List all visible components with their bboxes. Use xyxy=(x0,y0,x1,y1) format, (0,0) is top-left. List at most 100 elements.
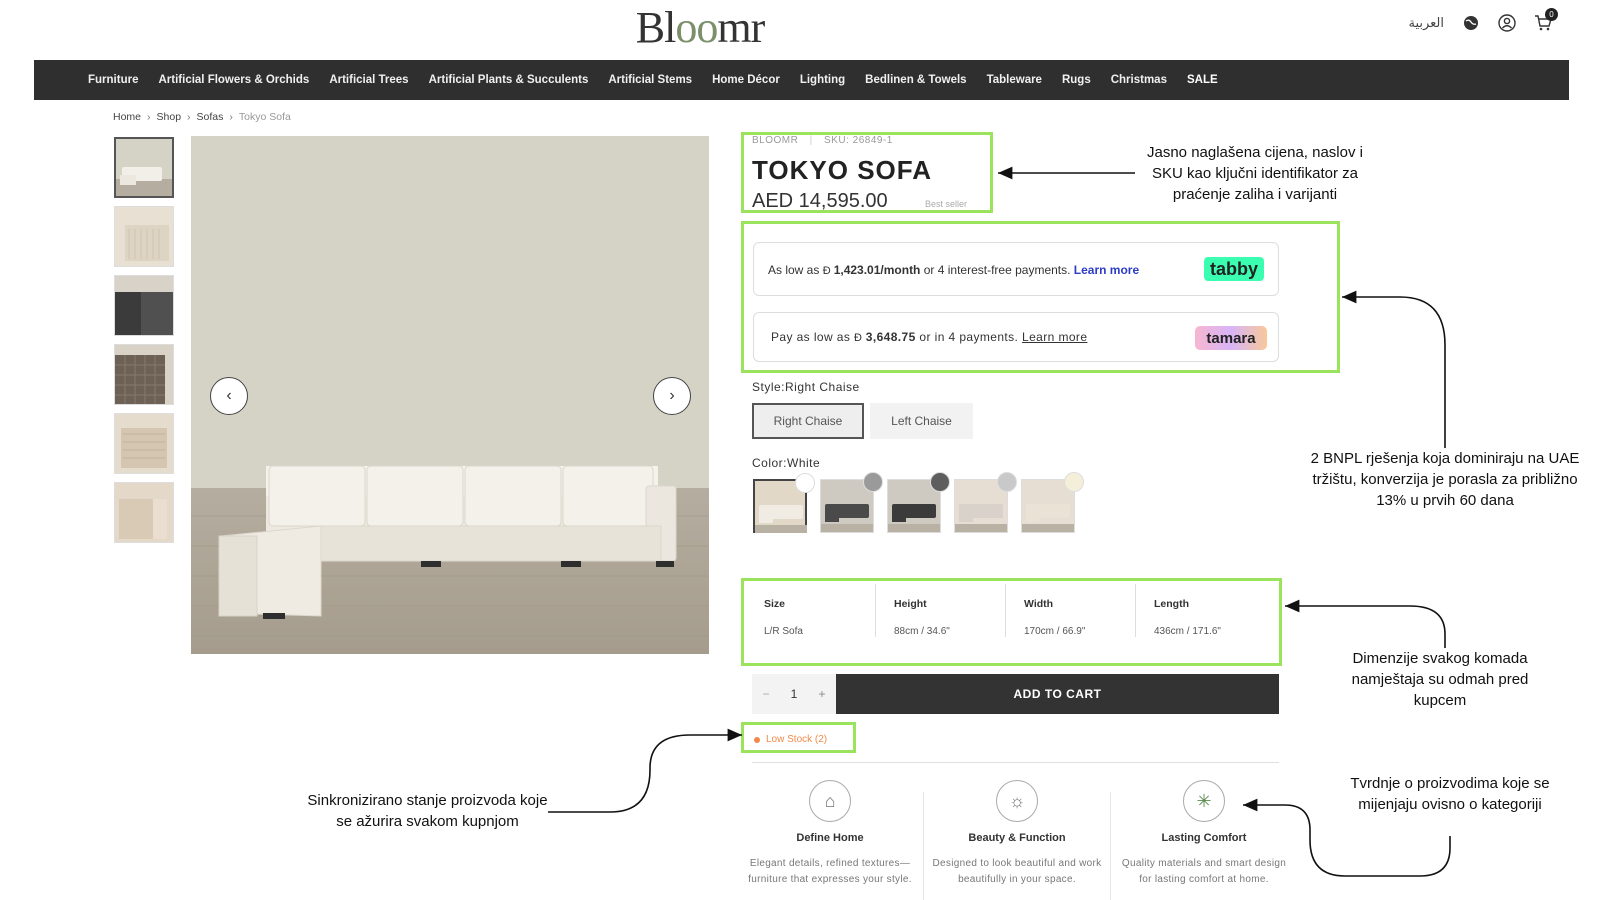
tabby-learn-more-link[interactable]: Learn more xyxy=(1074,263,1139,277)
product-sku: SKU: 26849-1 xyxy=(824,135,893,146)
color-swatch-light-grey[interactable] xyxy=(954,472,1017,533)
style-right-chaise-button[interactable]: Right Chaise xyxy=(752,403,864,439)
dirham-icon: Ð xyxy=(822,265,834,277)
color-option-label: Color:White xyxy=(752,456,821,470)
dimensions-table: Size L/R Sofa Height 88cm / 34.6" Width … xyxy=(746,584,1266,637)
asterisk-icon: ✳ xyxy=(1183,780,1225,822)
breadcrumb-current: Tokyo Sofa xyxy=(238,111,291,123)
dimension-header: Length xyxy=(1154,598,1189,610)
feature-text: Elegant details, refined textures—furnit… xyxy=(748,858,912,885)
dimension-header: Width xyxy=(1024,598,1054,610)
header-actions: العربية 0 xyxy=(1408,8,1558,32)
arrow-bnpl xyxy=(1342,290,1446,448)
product-main-image[interactable] xyxy=(191,136,709,654)
quantity-value[interactable]: 1 xyxy=(791,687,798,701)
nav-item-artificial-plants-succulents[interactable]: Artificial Plants & Succulents xyxy=(429,74,589,86)
bloomr-logo[interactable]: Bloomr xyxy=(620,2,780,52)
color-swatch-white[interactable] xyxy=(753,473,815,533)
stock-dot-icon xyxy=(754,736,760,743)
account-icon[interactable] xyxy=(1498,14,1516,32)
breadcrumb-sofas[interactable]: Sofas xyxy=(197,111,224,123)
swatch-color-dot xyxy=(795,473,815,493)
main-navigation: Furniture Artificial Flowers & Orchids Art… xyxy=(34,60,1569,100)
breadcrumb-separator: › xyxy=(187,111,191,123)
dimension-header: Size xyxy=(764,598,786,610)
thumbnail-6[interactable] xyxy=(114,482,174,543)
annotation-stock: Sinkronizirano stanje proizvoda koje se … xyxy=(307,792,548,830)
feature-title: Beauty & Function xyxy=(968,832,1066,844)
language-switch[interactable]: العربية xyxy=(1408,15,1444,31)
annotation-price-title: Jasno naglašena cijena, naslov i SKU kao… xyxy=(1147,144,1363,203)
feature-divider xyxy=(1110,792,1111,900)
product-price: AED 14,595.00 xyxy=(752,190,888,212)
nav-item-lighting[interactable]: Lighting xyxy=(800,74,845,86)
nav-item-christmas[interactable]: Christmas xyxy=(1111,74,1167,86)
chevron-right-icon: › xyxy=(669,387,675,404)
swatch-color-dot xyxy=(1064,472,1084,492)
feature-title: Define Home xyxy=(796,832,864,844)
swatch-color-dot xyxy=(930,472,950,492)
tamara-text: Pay as low as Ð 3,648.75 or in 4 payment… xyxy=(771,330,1088,344)
section-divider xyxy=(752,762,1279,763)
product-meta: BLOOMR | SKU: 26849-1 xyxy=(752,135,893,146)
breadcrumb-separator: › xyxy=(147,111,151,123)
stock-status: Low Stock (2) xyxy=(754,734,827,745)
feature-divider xyxy=(923,792,924,900)
nav-item-furniture[interactable]: Furniture xyxy=(88,74,138,86)
nav-item-bedlinen-towels[interactable]: Bedlinen & Towels xyxy=(865,74,966,86)
dimension-column-length: Length 436cm / 171.6" xyxy=(1136,584,1266,637)
dimension-value: 170cm / 66.9" xyxy=(1024,626,1086,637)
thumbnail-strip xyxy=(114,137,174,543)
nav-item-tableware[interactable]: Tableware xyxy=(987,74,1042,86)
feature-lasting-comfort: ✳ Lasting Comfort Quality materials and … xyxy=(1119,780,1289,888)
product-features: ⌂ Define Home Elegant details, refined t… xyxy=(745,780,1289,900)
next-image-button[interactable]: › xyxy=(653,377,691,415)
dimension-column-height: Height 88cm / 34.6" xyxy=(876,584,1006,637)
dimension-column-size: Size L/R Sofa xyxy=(746,584,876,637)
breadcrumb-separator: › xyxy=(229,111,233,123)
sun-icon: ☼ xyxy=(996,780,1038,822)
tamara-learn-more-link[interactable]: Learn more xyxy=(1022,330,1087,344)
nav-item-rugs[interactable]: Rugs xyxy=(1062,74,1091,86)
cart-count-badge: 0 xyxy=(1545,8,1558,21)
nav-item-artificial-flowers-orchids[interactable]: Artificial Flowers & Orchids xyxy=(158,74,309,86)
swatch-color-dot xyxy=(997,472,1017,492)
best-seller-badge: Best seller xyxy=(925,199,968,209)
nav-item-sale[interactable]: SALE xyxy=(1187,74,1218,86)
color-swatch-cream[interactable] xyxy=(1021,472,1084,533)
tabby-logo: tabby xyxy=(1204,257,1264,281)
add-to-cart-button[interactable]: ADD TO CART xyxy=(836,674,1279,714)
tamara-widget[interactable]: Pay as low as Ð 3,648.75 or in 4 payment… xyxy=(753,312,1279,362)
thumbnail-2[interactable] xyxy=(114,206,174,267)
product-brand[interactable]: BLOOMR xyxy=(752,135,798,146)
breadcrumb-shop[interactable]: Shop xyxy=(157,111,182,123)
quantity-decrease-button[interactable]: − xyxy=(763,687,770,701)
nav-item-artificial-trees[interactable]: Artificial Trees xyxy=(329,74,408,86)
prev-image-button[interactable]: ‹ xyxy=(210,377,248,415)
breadcrumb-home[interactable]: Home xyxy=(113,111,141,123)
feature-text: Designed to look beautiful and work beau… xyxy=(932,858,1102,885)
globe-icon[interactable] xyxy=(1462,14,1480,32)
tamara-logo: tamara xyxy=(1195,326,1267,350)
thumbnail-1[interactable] xyxy=(114,137,174,198)
annotation-bnpl: 2 BNPL rješenja koja dominiraju na UAE t… xyxy=(1310,450,1580,509)
dimension-value: 88cm / 34.6" xyxy=(894,626,950,637)
cart-icon[interactable]: 0 xyxy=(1534,8,1558,32)
dimension-header: Height xyxy=(894,598,927,610)
thumbnail-4[interactable] xyxy=(114,344,174,405)
thumbnail-5[interactable] xyxy=(114,413,174,474)
quantity-stepper: − 1 + xyxy=(752,674,836,714)
color-swatch-charcoal[interactable] xyxy=(887,472,950,533)
feature-define-home: ⌂ Define Home Elegant details, refined t… xyxy=(745,780,915,888)
thumbnail-3[interactable] xyxy=(114,275,174,336)
color-swatches xyxy=(753,472,1084,533)
color-swatch-dark-grey[interactable] xyxy=(820,472,883,533)
nav-item-home-d-cor[interactable]: Home Décor xyxy=(712,74,780,86)
style-left-chaise-button[interactable]: Left Chaise xyxy=(870,403,973,439)
nav-item-artificial-stems[interactable]: Artificial Stems xyxy=(608,74,692,86)
dirham-icon: Ð xyxy=(853,332,866,344)
tabby-widget[interactable]: As low as Ð 1,423.01/month or 4 interest… xyxy=(753,242,1279,296)
quantity-increase-button[interactable]: + xyxy=(818,687,825,701)
stock-label: Low Stock (2) xyxy=(766,734,828,745)
tabby-text: As low as Ð 1,423.01/month or 4 interest… xyxy=(768,263,1140,277)
